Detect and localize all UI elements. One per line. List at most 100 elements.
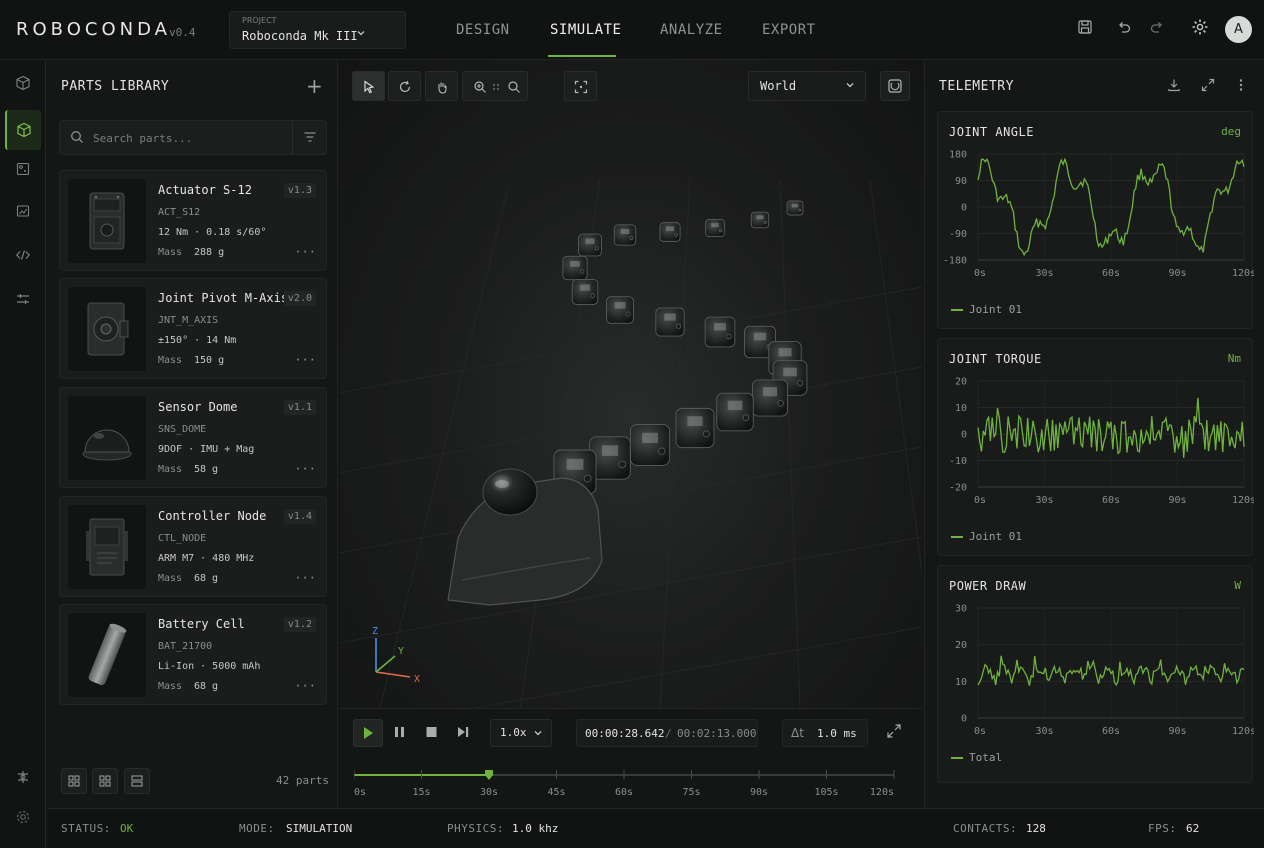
timeline-playhead[interactable] bbox=[485, 770, 493, 780]
tab-export[interactable]: EXPORT bbox=[762, 22, 816, 38]
search-input[interactable] bbox=[93, 129, 283, 147]
card-unit: Nm bbox=[1227, 352, 1241, 365]
part-card-battery-cell[interactable]: Battery Cell v1.2 BAT_21700 Li-Ion · 500… bbox=[59, 604, 327, 705]
tab-simulate[interactable]: SIMULATE bbox=[550, 22, 621, 38]
card-title: JOINT ANGLE bbox=[949, 125, 1034, 139]
zoom-in-icon[interactable] bbox=[473, 80, 487, 94]
parts-library-title: PARTS LIBRARY bbox=[61, 79, 170, 94]
parts-cube-icon[interactable] bbox=[5, 110, 41, 150]
camera-reset-icon[interactable] bbox=[880, 71, 910, 101]
part-name: Battery Cell bbox=[158, 617, 245, 631]
x-tick-label: 30s bbox=[1035, 268, 1053, 279]
zoom-tools-group bbox=[462, 71, 528, 101]
step-forward-icon[interactable] bbox=[449, 719, 479, 747]
part-card-controller-node[interactable]: Controller Node v1.4 CTL_NODE ARM M7 · 4… bbox=[59, 496, 327, 597]
chart-image-icon[interactable] bbox=[10, 202, 36, 228]
simulation-area: Z Y X World 1.0x 00:00:28.642 / 00:02:13… bbox=[340, 60, 922, 808]
undo-icon[interactable] bbox=[1112, 18, 1136, 42]
y-tick-label: 0 bbox=[961, 430, 967, 441]
tab-analyze[interactable]: ANALYZE bbox=[660, 22, 723, 38]
more-options-icon[interactable]: ··· bbox=[294, 679, 316, 693]
x-tick-label: 120s bbox=[1232, 268, 1254, 279]
status-label: STATUS: bbox=[61, 822, 111, 835]
more-vertical-icon[interactable] bbox=[1237, 78, 1245, 95]
part-mass-label: Mass bbox=[158, 464, 183, 475]
part-mass-label: Mass bbox=[158, 355, 183, 366]
x-tick-label: 60s bbox=[1102, 495, 1120, 506]
settings-gear-icon[interactable] bbox=[1188, 18, 1212, 42]
select-tool-icon[interactable] bbox=[352, 71, 385, 101]
y-tick-label: -20 bbox=[949, 483, 967, 494]
snake-segment bbox=[578, 233, 602, 257]
timestep-field[interactable]: Δt 1.0 ms bbox=[782, 719, 868, 747]
part-card-joint-pivot[interactable]: Joint Pivot M-Axis v2.0 JNT_M_AXIS ±150°… bbox=[59, 278, 327, 379]
tab-design[interactable]: DESIGN bbox=[456, 22, 510, 38]
axis-y-label: Y bbox=[398, 646, 404, 657]
chevron-down-icon bbox=[356, 28, 366, 41]
snake-segment bbox=[629, 424, 671, 466]
timeline-tick-label: 120s bbox=[870, 787, 894, 798]
more-options-icon[interactable]: ··· bbox=[294, 353, 316, 367]
timestep-value: 1.0 ms bbox=[817, 727, 857, 740]
chevron-down-icon bbox=[845, 79, 855, 93]
stop-icon[interactable] bbox=[417, 719, 447, 747]
more-options-icon[interactable]: ··· bbox=[294, 571, 316, 585]
cube-outline-icon[interactable] bbox=[10, 74, 36, 100]
contacts-label: CONTACTS: bbox=[953, 822, 1018, 835]
playback-speed-value: 1.0x bbox=[500, 726, 527, 739]
card-unit: W bbox=[1234, 579, 1241, 592]
sliders-icon[interactable] bbox=[10, 290, 36, 316]
code-icon[interactable] bbox=[10, 246, 36, 272]
playback-speed-select[interactable]: 1.0x bbox=[490, 719, 552, 747]
project-label: PROJECT bbox=[242, 16, 277, 25]
play-icon[interactable] bbox=[353, 719, 383, 747]
reference-frame-select[interactable]: World bbox=[748, 71, 866, 101]
more-options-icon[interactable]: ··· bbox=[294, 462, 316, 476]
download-icon[interactable] bbox=[1167, 78, 1181, 95]
part-mass: 150 g bbox=[194, 355, 225, 366]
settings-small-icon[interactable] bbox=[10, 808, 36, 834]
part-mass: 288 g bbox=[194, 247, 225, 258]
snake-segment bbox=[613, 224, 637, 246]
timeline-scrubber[interactable]: 0s 15s 30s 45s 60s 75s 90s 105s 120s bbox=[354, 769, 910, 799]
x-tick-label: 120s bbox=[1232, 726, 1254, 737]
timeline-tick-label: 105s bbox=[814, 787, 838, 798]
joint-torque-card: JOINT TORQUE Nm 20 10 0 -10 -20 0s 30s 60s 90s 12… bbox=[937, 338, 1254, 556]
grid-large-view-icon[interactable] bbox=[61, 768, 87, 794]
maximize-icon[interactable] bbox=[1201, 78, 1215, 95]
y-tick-label: -10 bbox=[949, 456, 967, 467]
part-mass-label: Mass bbox=[158, 681, 183, 692]
part-code: ACT_S12 bbox=[158, 207, 201, 218]
more-options-icon[interactable]: ··· bbox=[294, 245, 316, 259]
redo-icon[interactable] bbox=[1145, 18, 1169, 42]
fit-view-icon[interactable] bbox=[564, 71, 597, 101]
axis-gizmo: Z Y X bbox=[372, 626, 420, 685]
physics-label: PHYSICS: bbox=[447, 822, 504, 835]
schematic-icon[interactable] bbox=[10, 160, 36, 186]
x-tick-label: 0s bbox=[974, 726, 986, 737]
save-icon[interactable] bbox=[1073, 18, 1097, 42]
add-part-icon[interactable]: + bbox=[306, 74, 323, 98]
pause-icon[interactable] bbox=[385, 719, 415, 747]
rotate-tool-icon[interactable] bbox=[388, 71, 421, 101]
expand-icon[interactable] bbox=[886, 723, 902, 742]
joint-tool-icon[interactable] bbox=[10, 768, 36, 794]
timeline-tick-label: 90s bbox=[750, 787, 768, 798]
filter-icon[interactable] bbox=[303, 130, 317, 144]
zoom-out-icon[interactable] bbox=[507, 80, 521, 94]
list-view-icon[interactable] bbox=[124, 768, 150, 794]
part-card-actuator[interactable]: Actuator S-12 v1.3 ACT_S12 12 Nm · 0.18 … bbox=[59, 170, 327, 271]
timeline-tick-label: 45s bbox=[547, 787, 565, 798]
controller-node-thumbnail bbox=[68, 505, 146, 589]
pan-hand-icon[interactable] bbox=[425, 71, 458, 101]
joint-torque-chart: 20 10 0 -10 -20 0s 30s 60s 90s 120s bbox=[949, 377, 1254, 507]
project-selector[interactable]: PROJECT Roboconda Mk III bbox=[229, 11, 406, 49]
joint-pivot-thumbnail bbox=[68, 287, 146, 371]
part-card-sensor-dome[interactable]: Sensor Dome v1.1 SNS_DOME 9DOF · IMU + M… bbox=[59, 387, 327, 488]
user-avatar[interactable]: A bbox=[1225, 16, 1252, 43]
3d-viewport[interactable]: Z Y X World bbox=[340, 60, 922, 708]
x-tick-label: 120s bbox=[1232, 495, 1254, 506]
grid-view-icon[interactable] bbox=[92, 768, 118, 794]
fps-value: 62 bbox=[1186, 822, 1200, 835]
part-mass-label: Mass bbox=[158, 247, 183, 258]
